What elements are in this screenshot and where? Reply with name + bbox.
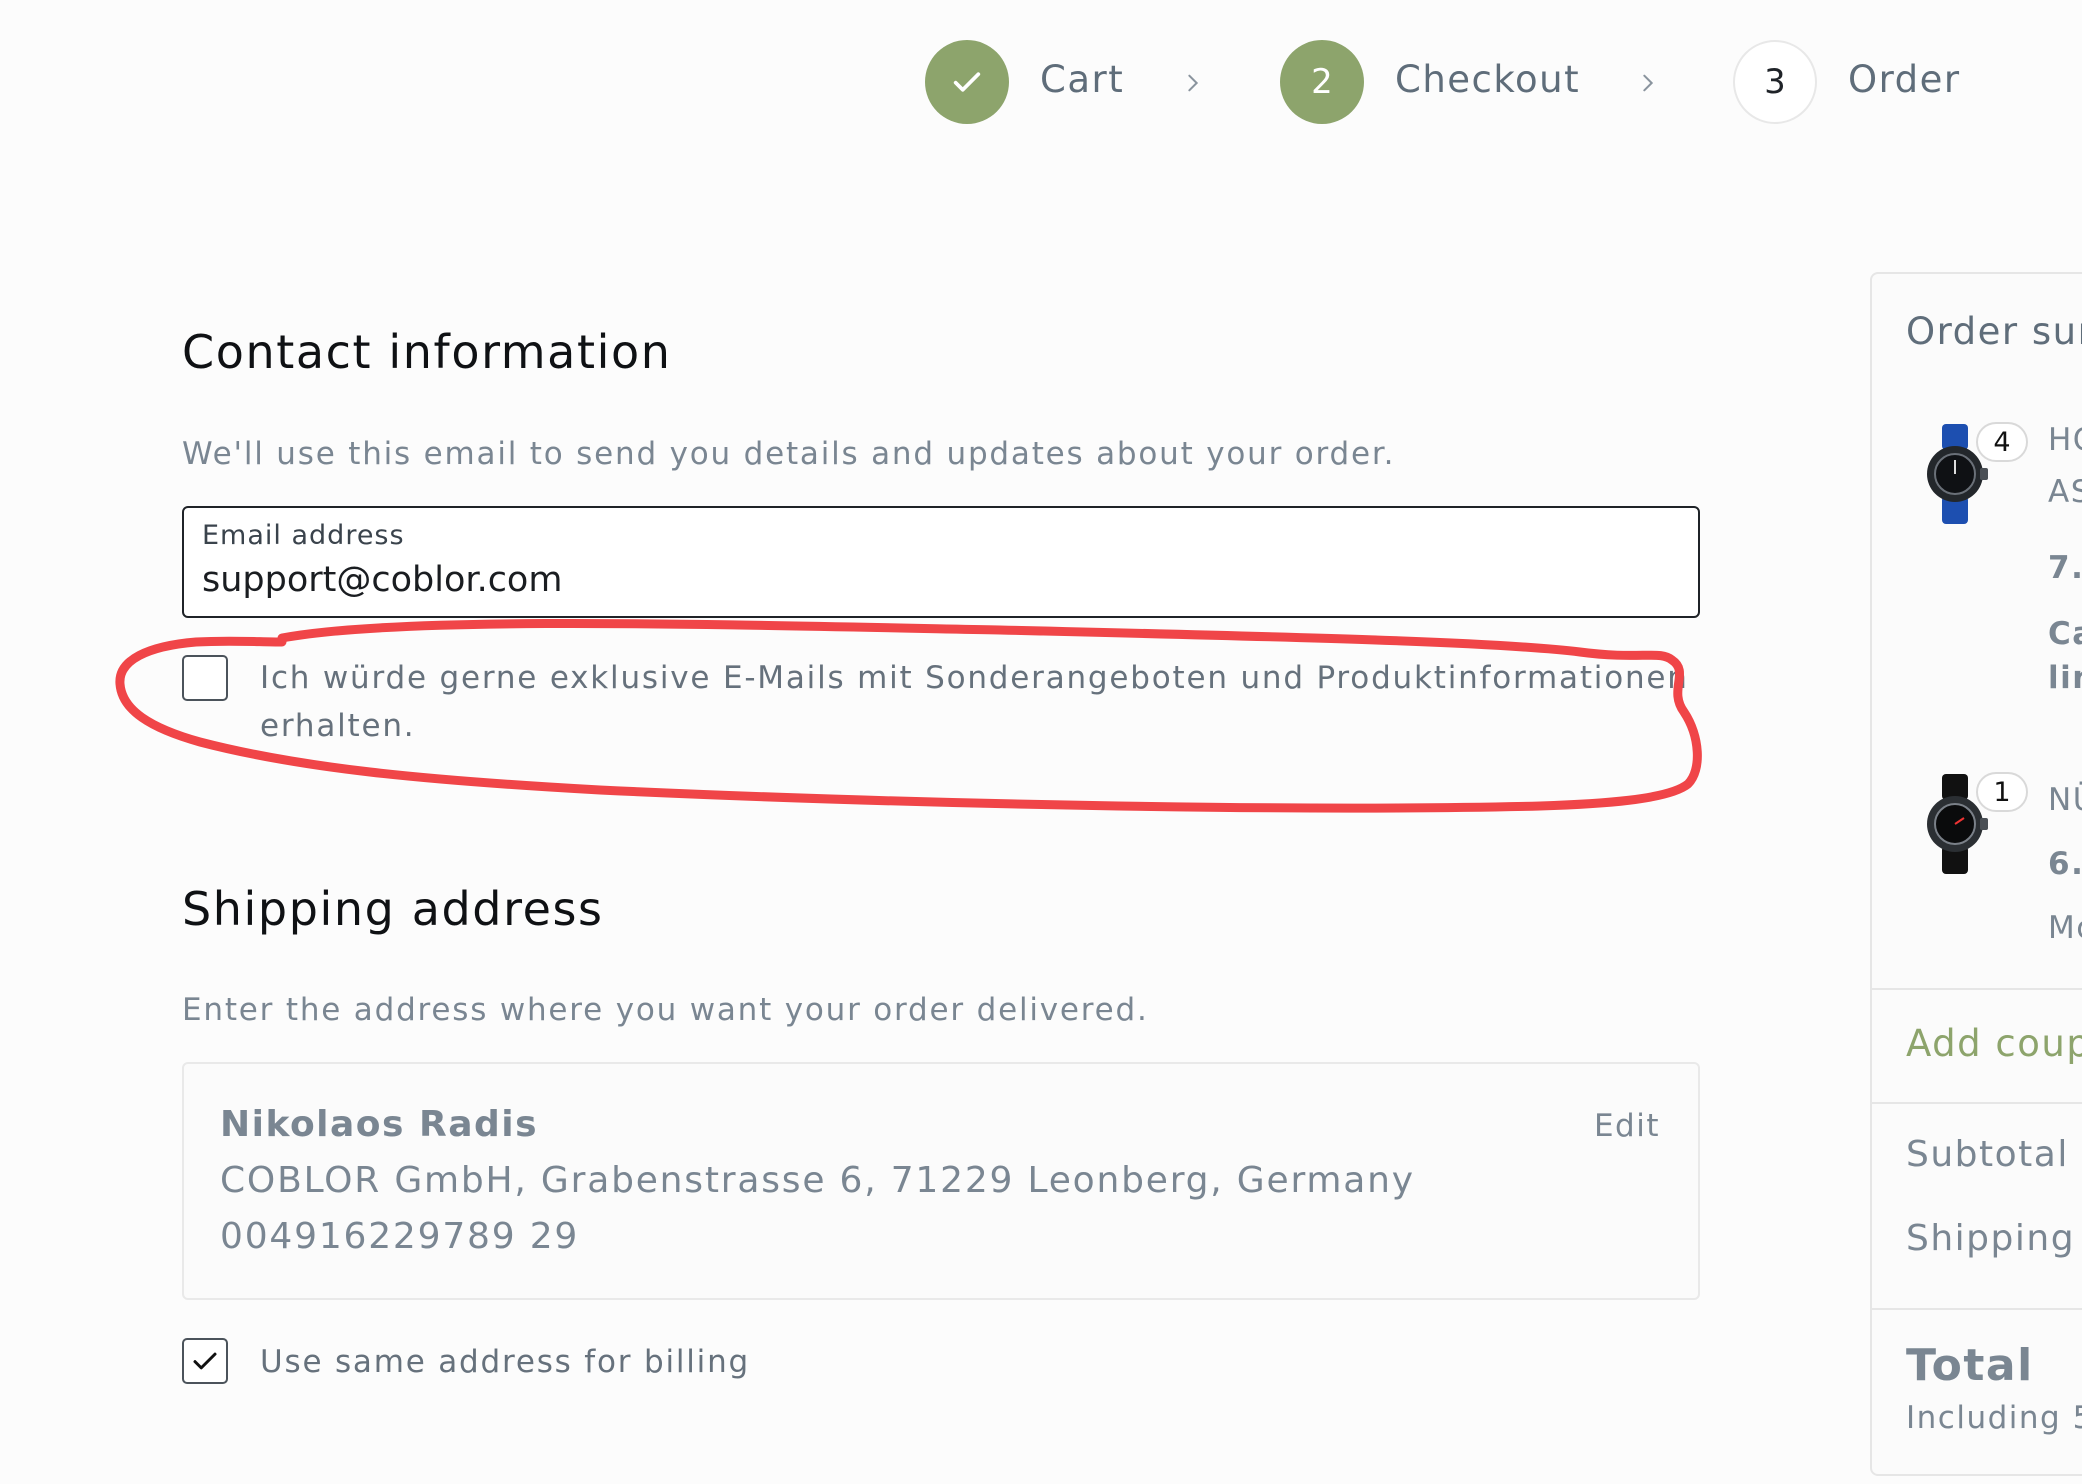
address-name: Nikolaos Radis bbox=[220, 1104, 539, 1145]
billing-same-checkbox[interactable] bbox=[182, 1338, 228, 1384]
step-order-number: 3 bbox=[1733, 40, 1817, 124]
order-summary-panel: Order sur 4 HC AS 7.( Ca lin 1 NÜ 6.: Mc… bbox=[1870, 272, 2082, 1476]
red-annotation-circle bbox=[115, 619, 1702, 813]
item-name: NÜ bbox=[2048, 782, 2082, 818]
shipping-label: Shipping bbox=[1906, 1218, 2076, 1259]
billing-same-label: Use same address for billing bbox=[260, 1344, 751, 1380]
shipping-section-title: Shipping address bbox=[182, 882, 604, 936]
address-line: COBLOR GmbH, Grabenstrasse 6, 71229 Leon… bbox=[220, 1160, 1415, 1201]
item-detail: Ca bbox=[2048, 616, 2082, 652]
including-tax-label: Including 5 bbox=[1906, 1400, 2082, 1436]
shipping-address-card: Nikolaos Radis COBLOR GmbH, Grabenstrass… bbox=[182, 1062, 1700, 1300]
divider bbox=[1872, 1102, 2082, 1104]
step-order-label: Order bbox=[1848, 58, 1961, 101]
address-phone: 004916229789 29 bbox=[220, 1216, 580, 1257]
item-detail: Mc bbox=[2048, 910, 2082, 946]
edit-address-button[interactable]: Edit bbox=[1594, 1108, 1660, 1144]
item-name: HC bbox=[2048, 422, 2082, 458]
item-quantity-badge: 1 bbox=[1976, 772, 2028, 812]
item-detail-line2: lin bbox=[2048, 660, 2082, 696]
divider bbox=[1872, 1308, 2082, 1310]
add-coupon-link[interactable]: Add coup bbox=[1906, 1022, 2082, 1065]
divider bbox=[1872, 988, 2082, 990]
item-quantity-badge: 4 bbox=[1976, 422, 2028, 462]
shipping-section-description: Enter the address where you want your or… bbox=[182, 992, 1149, 1028]
subtotal-label: Subtotal bbox=[1906, 1134, 2069, 1175]
total-label: Total bbox=[1906, 1340, 2034, 1391]
order-summary-title: Order sur bbox=[1906, 310, 2082, 353]
item-name-line2: AS bbox=[2048, 474, 2082, 510]
item-price: 6.: bbox=[2048, 846, 2082, 882]
checkmark-icon bbox=[193, 1352, 217, 1370]
item-price: 7.( bbox=[2048, 550, 2082, 586]
